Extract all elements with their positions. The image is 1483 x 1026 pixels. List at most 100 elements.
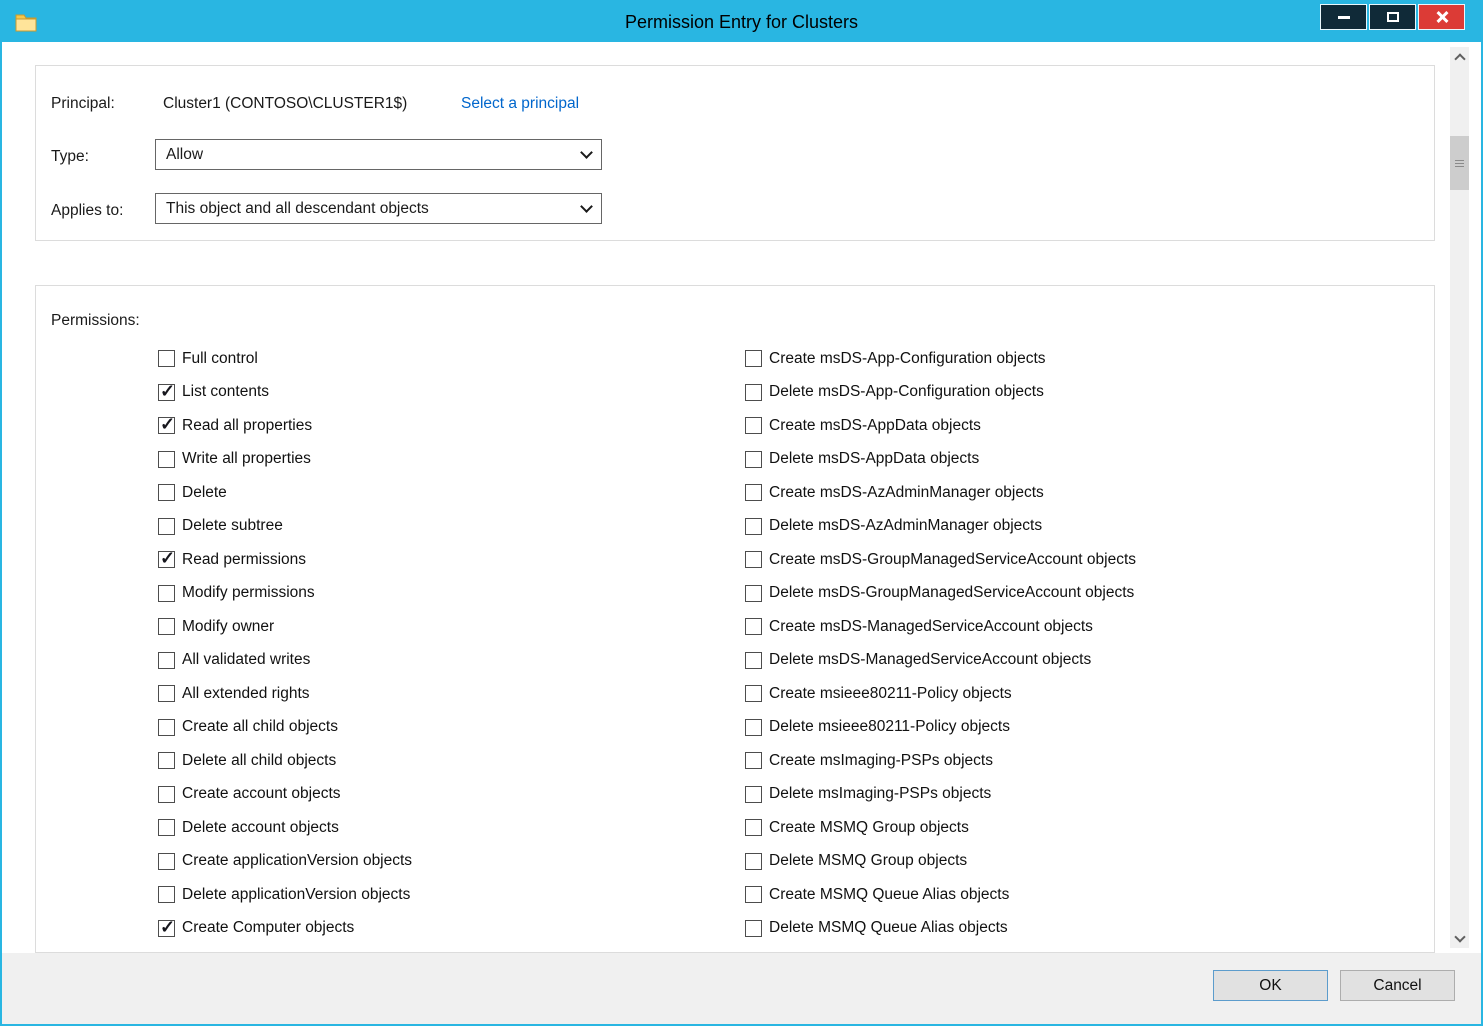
- applies-to-dropdown-value: This object and all descendant objects: [166, 200, 429, 218]
- permission-row: Write all properties: [158, 443, 745, 477]
- chevron-up-icon: [1454, 53, 1465, 64]
- permission-row: Delete MSMQ Queue Alias objects: [745, 912, 1425, 946]
- permission-row: Delete subtree: [158, 510, 745, 544]
- permission-checkbox[interactable]: [745, 417, 762, 434]
- permission-row: Delete msDS-App-Configuration objects: [745, 376, 1425, 410]
- permission-checkbox[interactable]: [745, 752, 762, 769]
- permission-label: Modify permissions: [182, 584, 315, 602]
- permission-label: Delete msDS-AppData objects: [769, 450, 979, 468]
- permission-label: Delete subtree: [182, 517, 283, 535]
- permission-checkbox[interactable]: [158, 752, 175, 769]
- permission-row: Full control: [158, 342, 745, 376]
- permission-checkbox[interactable]: [158, 350, 175, 367]
- chevron-down-icon: [1454, 931, 1465, 942]
- type-dropdown-value: Allow: [166, 146, 203, 164]
- close-button[interactable]: [1418, 4, 1465, 30]
- permission-label: Create all child objects: [182, 718, 338, 736]
- permission-checkbox[interactable]: [158, 618, 175, 635]
- permission-label: Create msDS-AzAdminManager objects: [769, 484, 1044, 502]
- permission-row: Create msDS-AppData objects: [745, 409, 1425, 443]
- principal-label: Principal:: [51, 95, 115, 113]
- permission-checkbox[interactable]: [158, 585, 175, 602]
- permission-checkbox[interactable]: [158, 819, 175, 836]
- permission-label: Create MSMQ Queue Alias objects: [769, 886, 1009, 904]
- cancel-button[interactable]: Cancel: [1340, 970, 1455, 1001]
- permission-checkbox[interactable]: [745, 786, 762, 803]
- permissions-columns: Full control List contents Read all proper…: [36, 342, 1434, 945]
- permission-checkbox[interactable]: [745, 551, 762, 568]
- permission-label: Delete msieee80211-Policy objects: [769, 718, 1010, 736]
- minimize-icon: [1338, 16, 1350, 19]
- permission-checkbox[interactable]: [745, 719, 762, 736]
- permission-label: List contents: [182, 383, 269, 401]
- permission-label: Read permissions: [182, 551, 306, 569]
- permission-checkbox[interactable]: [745, 484, 762, 501]
- vertical-scrollbar[interactable]: [1450, 47, 1469, 948]
- permission-row: Delete msDS-GroupManagedServiceAccount o…: [745, 577, 1425, 611]
- permission-checkbox[interactable]: [158, 518, 175, 535]
- title-bar: Permission Entry for Clusters: [2, 2, 1481, 42]
- permission-label: Create applicationVersion objects: [182, 852, 412, 870]
- permissions-column-left: Full control List contents Read all proper…: [158, 342, 745, 945]
- permission-checkbox[interactable]: [158, 786, 175, 803]
- permission-checkbox[interactable]: [158, 920, 175, 937]
- permission-label: Create msDS-App-Configuration objects: [769, 350, 1046, 368]
- permission-checkbox[interactable]: [158, 384, 175, 401]
- permission-row: Delete: [158, 476, 745, 510]
- permission-row: Create msDS-AzAdminManager objects: [745, 476, 1425, 510]
- permission-label: All validated writes: [182, 651, 310, 669]
- permission-label: Create msDS-AppData objects: [769, 417, 981, 435]
- permission-checkbox[interactable]: [745, 585, 762, 602]
- permission-label: Full control: [182, 350, 258, 368]
- permission-row: Delete account objects: [158, 811, 745, 845]
- permissions-section: Permissions: Full controlList contentsRe…: [35, 285, 1435, 953]
- permission-checkbox[interactable]: [158, 551, 175, 568]
- permission-checkbox[interactable]: [745, 685, 762, 702]
- applies-to-label: Applies to:: [51, 202, 123, 220]
- permission-checkbox[interactable]: [158, 886, 175, 903]
- dialog-footer: OK Cancel: [2, 953, 1481, 1024]
- permission-label: Create account objects: [182, 785, 341, 803]
- scroll-down-button[interactable]: [1450, 929, 1469, 948]
- permission-row: Read all properties: [158, 409, 745, 443]
- permission-row: Delete msDS-ManagedServiceAccount object…: [745, 644, 1425, 678]
- applies-to-dropdown[interactable]: This object and all descendant objects: [155, 193, 602, 224]
- permission-row: Delete msDS-AppData objects: [745, 443, 1425, 477]
- permission-checkbox[interactable]: [745, 652, 762, 669]
- permission-label: Delete account objects: [182, 819, 339, 837]
- permission-checkbox[interactable]: [745, 853, 762, 870]
- scroll-up-button[interactable]: [1450, 47, 1469, 66]
- ok-button[interactable]: OK: [1213, 970, 1328, 1001]
- type-dropdown[interactable]: Allow: [155, 139, 602, 170]
- permission-row: Read permissions: [158, 543, 745, 577]
- permission-label: Create msDS-ManagedServiceAccount object…: [769, 618, 1093, 636]
- permission-row: Delete msDS-AzAdminManager objects: [745, 510, 1425, 544]
- scrollbar-thumb[interactable]: [1450, 136, 1469, 190]
- minimize-button[interactable]: [1320, 4, 1367, 30]
- permission-checkbox[interactable]: [158, 451, 175, 468]
- permission-checkbox[interactable]: [745, 451, 762, 468]
- permission-checkbox[interactable]: [745, 518, 762, 535]
- permission-checkbox[interactable]: [158, 417, 175, 434]
- permission-checkbox[interactable]: [158, 853, 175, 870]
- permission-checkbox[interactable]: [158, 719, 175, 736]
- permission-checkbox[interactable]: [745, 819, 762, 836]
- permission-entry-dialog: Permission Entry for Clusters Principal:…: [0, 0, 1483, 1026]
- permission-checkbox[interactable]: [745, 384, 762, 401]
- permission-checkbox[interactable]: [158, 652, 175, 669]
- permission-label: Delete applicationVersion objects: [182, 886, 410, 904]
- principal-section: Principal: Cluster1 (CONTOSO\CLUSTER1$) …: [35, 65, 1435, 241]
- permission-row: Modify permissions: [158, 577, 745, 611]
- maximize-button[interactable]: [1369, 4, 1416, 30]
- permission-row: Create MSMQ Group objects: [745, 811, 1425, 845]
- permission-checkbox[interactable]: [158, 484, 175, 501]
- permission-label: Read all properties: [182, 417, 312, 435]
- permission-checkbox[interactable]: [745, 618, 762, 635]
- permission-label: Delete msDS-App-Configuration objects: [769, 383, 1044, 401]
- permission-checkbox[interactable]: [745, 350, 762, 367]
- permission-checkbox[interactable]: [745, 920, 762, 937]
- permissions-column-right: Create msDS-App-Configuration objects Del…: [745, 342, 1425, 945]
- permission-checkbox[interactable]: [745, 886, 762, 903]
- permission-checkbox[interactable]: [158, 685, 175, 702]
- select-principal-link[interactable]: Select a principal: [461, 95, 579, 113]
